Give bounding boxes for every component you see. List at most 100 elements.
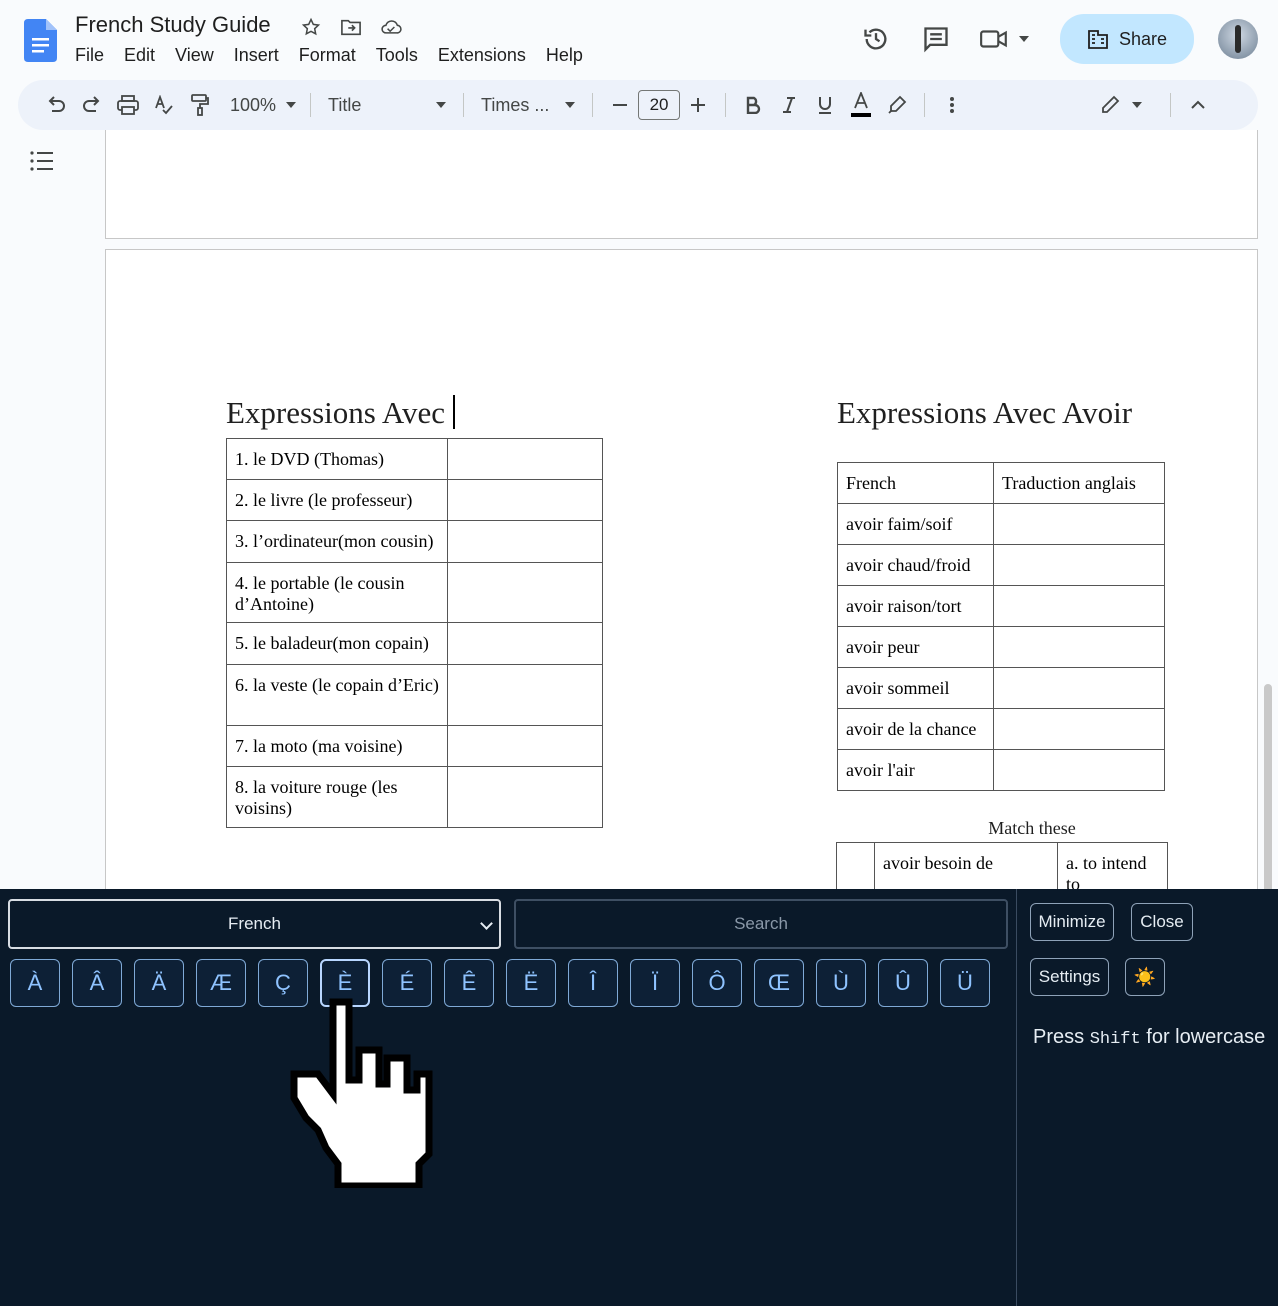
table-cell[interactable]: 4. le portable (le cousin d’Antoine) (226, 562, 448, 623)
star-icon[interactable] (300, 16, 322, 38)
table-cell[interactable] (836, 842, 875, 890)
table-cell[interactable] (447, 562, 603, 623)
table-cell[interactable]: avoir besoin de (874, 842, 1058, 890)
accent-key[interactable]: Ë (506, 959, 556, 1007)
table-cell[interactable]: avoir raison/tort (837, 585, 994, 627)
comments-button[interactable] (914, 17, 958, 61)
document-outline-button[interactable] (30, 150, 54, 177)
table-cell[interactable] (993, 749, 1165, 791)
minimize-button[interactable]: Minimize (1030, 903, 1114, 941)
language-select[interactable]: French (8, 899, 501, 949)
table-header-cell[interactable]: French (837, 462, 994, 504)
match-title[interactable]: Match these (837, 818, 1227, 839)
table-cell[interactable]: avoir sommeil (837, 667, 994, 709)
table-cell[interactable] (993, 626, 1165, 668)
docs-logo-icon[interactable] (24, 19, 57, 62)
table-cell[interactable]: 8. la voiture rouge (les voisins) (226, 766, 448, 828)
move-folder-icon[interactable] (340, 16, 362, 38)
document-page[interactable] (105, 130, 1258, 239)
menu-view[interactable]: View (175, 45, 224, 66)
table-cell[interactable]: avoir faim/soif (837, 503, 994, 545)
editing-mode-select[interactable] (1100, 90, 1143, 120)
table-cell[interactable]: avoir chaud/froid (837, 544, 994, 586)
accent-key[interactable]: Ô (692, 959, 742, 1007)
document-title[interactable]: French Study Guide (75, 12, 271, 38)
search-input[interactable]: Search (514, 899, 1008, 949)
match-table[interactable]: avoir besoin de a. to intend to (836, 842, 1168, 890)
table-cell[interactable]: 3. l’ordinateur(mon cousin) (226, 520, 448, 563)
spellcheck-button[interactable] (146, 90, 182, 120)
meet-button[interactable] (974, 17, 1034, 61)
redo-button[interactable] (74, 90, 110, 120)
table-cell[interactable]: 2. le livre (le professeur) (226, 479, 448, 521)
table-cell[interactable] (447, 622, 603, 665)
heading-expressions-avec-avoir[interactable]: Expressions Avec Avoir (837, 395, 1132, 431)
accent-key[interactable]: Û (878, 959, 928, 1007)
accent-key[interactable]: Œ (754, 959, 804, 1007)
vertical-scrollbar[interactable] (1264, 684, 1272, 904)
style-select[interactable]: Title (320, 90, 454, 120)
bold-button[interactable] (735, 90, 771, 120)
collapse-toolbar-button[interactable] (1180, 90, 1216, 120)
accent-key[interactable]: Æ (196, 959, 246, 1007)
table-cell[interactable] (993, 585, 1165, 627)
close-button[interactable]: Close (1131, 903, 1193, 941)
table-cell[interactable] (993, 503, 1165, 545)
menu-edit[interactable]: Edit (124, 45, 165, 66)
menu-insert[interactable]: Insert (234, 45, 289, 66)
text-color-button[interactable] (843, 90, 879, 120)
menu-file[interactable]: File (75, 45, 114, 66)
table-cell[interactable] (993, 708, 1165, 750)
version-history-button[interactable] (854, 17, 898, 61)
paint-format-button[interactable] (182, 90, 218, 120)
settings-button[interactable]: Settings (1030, 958, 1109, 996)
table-cell[interactable]: 5. le baladeur(mon copain) (226, 622, 448, 665)
table-cell[interactable]: 1. le DVD (Thomas) (226, 438, 448, 480)
accent-key[interactable]: Ä (134, 959, 184, 1007)
table-cell[interactable]: avoir peur (837, 626, 994, 668)
print-button[interactable] (110, 90, 146, 120)
avatar[interactable] (1218, 19, 1258, 59)
table-cell[interactable] (447, 520, 603, 563)
font-select[interactable]: Times ... (473, 90, 583, 120)
table-cell[interactable] (447, 479, 603, 521)
heading-expressions-avec[interactable]: Expressions Avec (226, 395, 455, 431)
accent-key[interactable]: Î (568, 959, 618, 1007)
cloud-status-icon[interactable] (380, 16, 402, 38)
table-cell[interactable] (993, 544, 1165, 586)
zoom-select[interactable]: 100% (230, 90, 297, 120)
avoir-expressions-table[interactable]: French Traduction anglais avoir faim/soif… (837, 462, 1165, 791)
increase-font-size-button[interactable] (680, 90, 716, 120)
accent-key[interactable]: Â (72, 959, 122, 1007)
accent-key[interactable]: Ê (444, 959, 494, 1007)
table-header-cell[interactable]: Traduction anglais (993, 462, 1165, 504)
italic-button[interactable] (771, 90, 807, 120)
table-cell[interactable] (447, 438, 603, 480)
table-cell[interactable] (447, 725, 603, 767)
more-options-button[interactable] (934, 90, 970, 120)
underline-button[interactable] (807, 90, 843, 120)
undo-button[interactable] (38, 90, 74, 120)
menu-format[interactable]: Format (299, 45, 366, 66)
table-cell[interactable] (447, 766, 603, 828)
share-button[interactable]: Share (1060, 14, 1194, 64)
table-cell[interactable]: avoir l'air (837, 749, 994, 791)
table-cell[interactable]: 6. la veste (le copain d’Eric) (226, 664, 448, 726)
possession-table[interactable]: 1. le DVD (Thomas) 2. le livre (le profe… (226, 438, 603, 828)
theme-toggle-button[interactable]: ☀️ (1125, 958, 1165, 996)
table-cell[interactable]: 7. la moto (ma voisine) (226, 725, 448, 767)
menu-extensions[interactable]: Extensions (438, 45, 536, 66)
accent-key[interactable]: Ï (630, 959, 680, 1007)
table-cell[interactable]: a. to intend to (1057, 842, 1168, 890)
accent-key[interactable]: À (10, 959, 60, 1007)
menu-help[interactable]: Help (546, 45, 593, 66)
accent-key[interactable]: Ù (816, 959, 866, 1007)
table-cell[interactable] (447, 664, 603, 726)
accent-key[interactable]: Ü (940, 959, 990, 1007)
menu-tools[interactable]: Tools (376, 45, 428, 66)
table-cell[interactable]: avoir de la chance (837, 708, 994, 750)
decrease-font-size-button[interactable] (602, 90, 638, 120)
highlight-color-button[interactable] (879, 90, 915, 120)
table-cell[interactable] (993, 667, 1165, 709)
font-size-input[interactable]: 20 (638, 90, 681, 120)
